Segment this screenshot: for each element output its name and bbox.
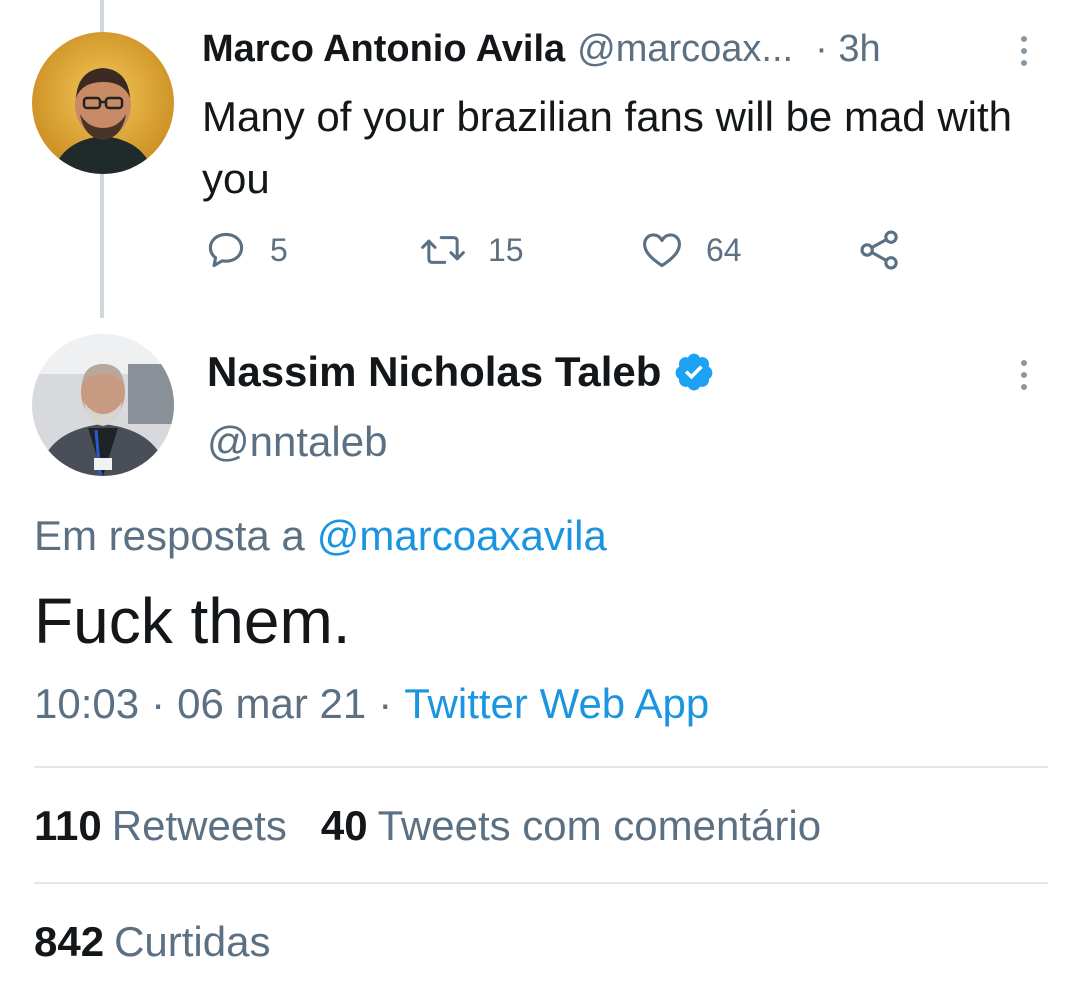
likes-stat[interactable]: 842 Curtidas	[34, 918, 270, 966]
divider	[34, 882, 1048, 884]
quotes-label: Tweets com comentário	[377, 802, 822, 849]
meta-separator: ·	[151, 680, 166, 727]
reply-count: 5	[270, 231, 288, 268]
parent-author-handle[interactable]: @marcoax...	[577, 28, 793, 71]
retweets-count: 110	[34, 802, 102, 849]
engagement-stats: 110 Retweets 40 Tweets com comentário	[34, 802, 821, 850]
parent-author-name[interactable]: Marco Antonio Avila	[202, 28, 565, 71]
avatar-main-author[interactable]	[32, 334, 174, 476]
avatar-parent-author[interactable]	[32, 32, 174, 174]
parent-tweet-time[interactable]: · 3h	[815, 28, 880, 71]
reply-icon	[208, 232, 244, 268]
tweet-source-link[interactable]: Twitter Web App	[404, 680, 709, 728]
reply-mention-link[interactable]: @marcoaxavila	[317, 512, 607, 559]
retweets-stat[interactable]: 110 Retweets	[34, 802, 287, 850]
reply-context: Em resposta a @marcoaxavila	[34, 512, 607, 560]
reply-button[interactable]: 5	[204, 226, 288, 274]
quotes-stat[interactable]: 40 Tweets com comentário	[321, 802, 821, 850]
tweet-metadata: 10:03 · 06 mar 21 · Twitter Web App	[34, 680, 709, 728]
retweet-button[interactable]: 15	[420, 226, 524, 274]
tweet-date[interactable]: 06 mar 21	[177, 680, 366, 728]
retweets-label: Retweets	[111, 802, 287, 849]
more-icon[interactable]	[1014, 360, 1034, 390]
more-icon[interactable]	[1014, 36, 1034, 66]
main-author-name[interactable]: Nassim Nicholas Taleb	[207, 348, 661, 396]
parent-tweet-header: Marco Antonio Avila @marcoax... · 3h	[202, 28, 881, 78]
like-count: 64	[706, 231, 742, 268]
main-author-handle[interactable]: @nntaleb	[207, 418, 387, 466]
parent-tweet-text: Many of your brazilian fans will be mad …	[202, 93, 1013, 202]
retweet-count: 15	[488, 231, 524, 268]
reply-prefix: Em resposta a	[34, 512, 305, 559]
like-icon	[643, 233, 681, 268]
verified-badge-icon	[676, 353, 713, 391]
likes-count: 842	[34, 918, 105, 965]
likes-label: Curtidas	[114, 918, 271, 965]
like-button[interactable]: 64	[640, 226, 742, 274]
share-icon	[860, 230, 898, 270]
meta-separator: ·	[378, 680, 393, 727]
quotes-count: 40	[320, 802, 368, 849]
share-button[interactable]	[858, 226, 902, 274]
retweet-icon	[421, 236, 465, 264]
divider	[34, 766, 1048, 768]
main-author-name-row: Nassim Nicholas Taleb	[207, 348, 715, 396]
tweet-time[interactable]: 10:03	[34, 680, 139, 728]
main-tweet-text: Fuck them.	[34, 585, 351, 657]
